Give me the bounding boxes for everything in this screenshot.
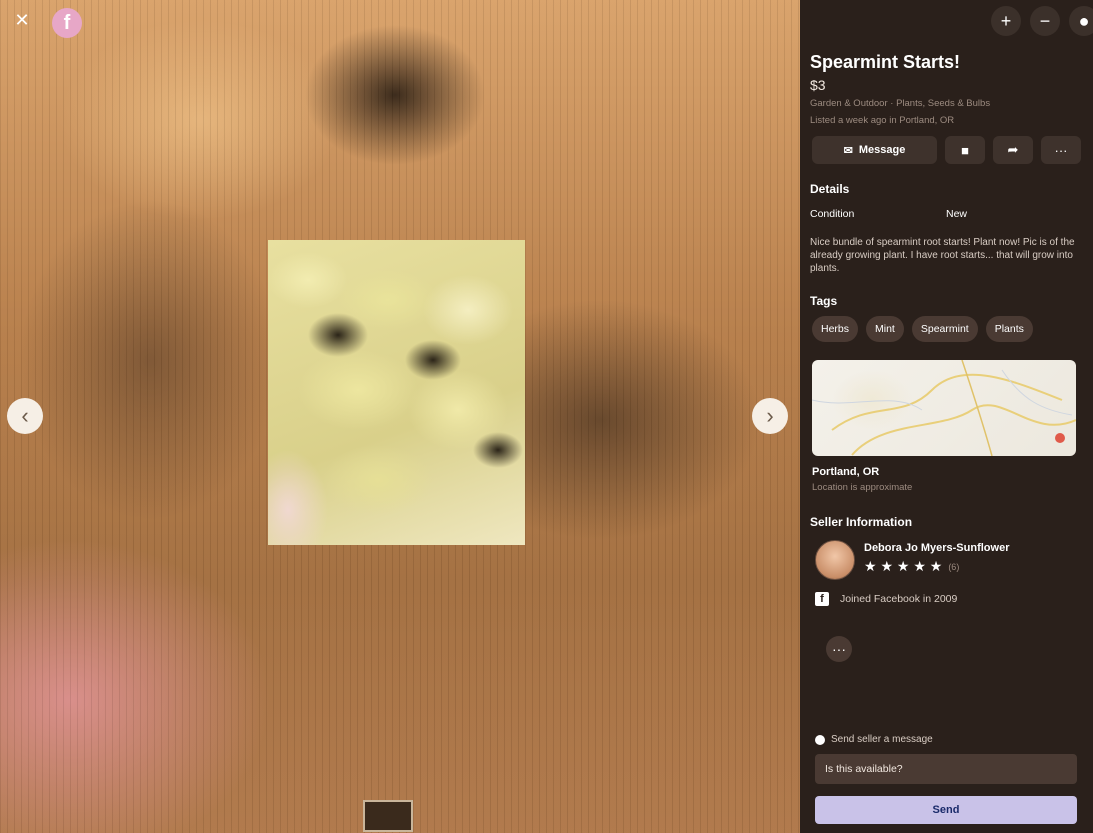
photo-thumbnail[interactable]: [363, 800, 413, 832]
minus-icon[interactable]: −: [1030, 6, 1060, 36]
seller-name[interactable]: Debora Jo Myers-Sunflower: [864, 542, 1009, 554]
tag-plants[interactable]: Plants: [985, 316, 1033, 342]
seller-avatar[interactable]: [815, 540, 855, 580]
tag-herbs[interactable]: Herbs: [812, 316, 859, 342]
listing-description: Nice bundle of spearmint root starts! Pl…: [810, 237, 1075, 274]
message-input[interactable]: [815, 754, 1077, 784]
location-city: Portland, OR: [812, 466, 880, 478]
bookmark-icon: ■: [961, 142, 969, 158]
location-note: Location is approximate: [812, 482, 913, 493]
rating-count: (6): [948, 561, 960, 572]
share-icon: ➦: [1007, 142, 1019, 157]
send-message-label: Send seller a message: [831, 734, 933, 745]
map-pin-icon: [1055, 433, 1065, 443]
listing-title: Spearmint Starts!: [810, 52, 961, 72]
condition-value: New: [946, 208, 968, 220]
more-icon: ···: [1054, 142, 1068, 158]
joined-date: Joined Facebook in 2009: [840, 593, 958, 605]
message-button-label: Message: [858, 144, 906, 156]
facebook-logo-icon[interactable]: f: [52, 8, 82, 38]
close-icon[interactable]: ✕: [10, 8, 34, 32]
messenger-dot-icon: [815, 734, 825, 745]
seller-info-heading: Seller Information: [810, 515, 913, 529]
save-button[interactable]: ■: [945, 136, 985, 164]
tag-mint[interactable]: Mint: [866, 316, 904, 342]
rating-stars-icon: ★ ★ ★ ★ ★: [864, 558, 943, 574]
messenger-icon: ✉: [843, 144, 853, 157]
condition-label: Condition: [810, 208, 855, 220]
action-bar: ✉ Message ■ ➦ ···: [812, 136, 1081, 164]
add-icon[interactable]: +: [991, 6, 1021, 36]
send-button[interactable]: Send: [815, 796, 1077, 824]
seller-rating[interactable]: ★ ★ ★ ★ ★ (6): [864, 558, 959, 575]
location-map[interactable]: [812, 360, 1076, 456]
menu-icon[interactable]: ●: [1069, 6, 1093, 36]
tag-list: Herbs Mint Spearmint Plants: [812, 316, 1033, 342]
share-button[interactable]: ➦: [993, 136, 1033, 164]
facebook-icon: f: [815, 592, 829, 606]
details-heading: Details: [810, 182, 850, 196]
next-photo-button[interactable]: ›: [752, 398, 788, 434]
tag-spearmint[interactable]: Spearmint: [911, 316, 978, 342]
map-roads: [812, 360, 1076, 456]
previous-photo-button[interactable]: ‹: [7, 398, 43, 434]
seller-more-button[interactable]: ···: [826, 636, 852, 662]
breadcrumb[interactable]: Garden & Outdoor · Plants, Seeds & Bulbs: [810, 98, 990, 109]
send-message-prompt: Send seller a message: [815, 734, 933, 745]
listing-photo: [268, 240, 525, 545]
tags-heading: Tags: [810, 294, 838, 308]
listed-time: Listed a week ago in Portland, OR: [810, 115, 955, 126]
message-button[interactable]: ✉ Message: [812, 136, 937, 164]
listing-price: $3: [810, 77, 826, 93]
more-options-button[interactable]: ···: [1041, 136, 1081, 164]
